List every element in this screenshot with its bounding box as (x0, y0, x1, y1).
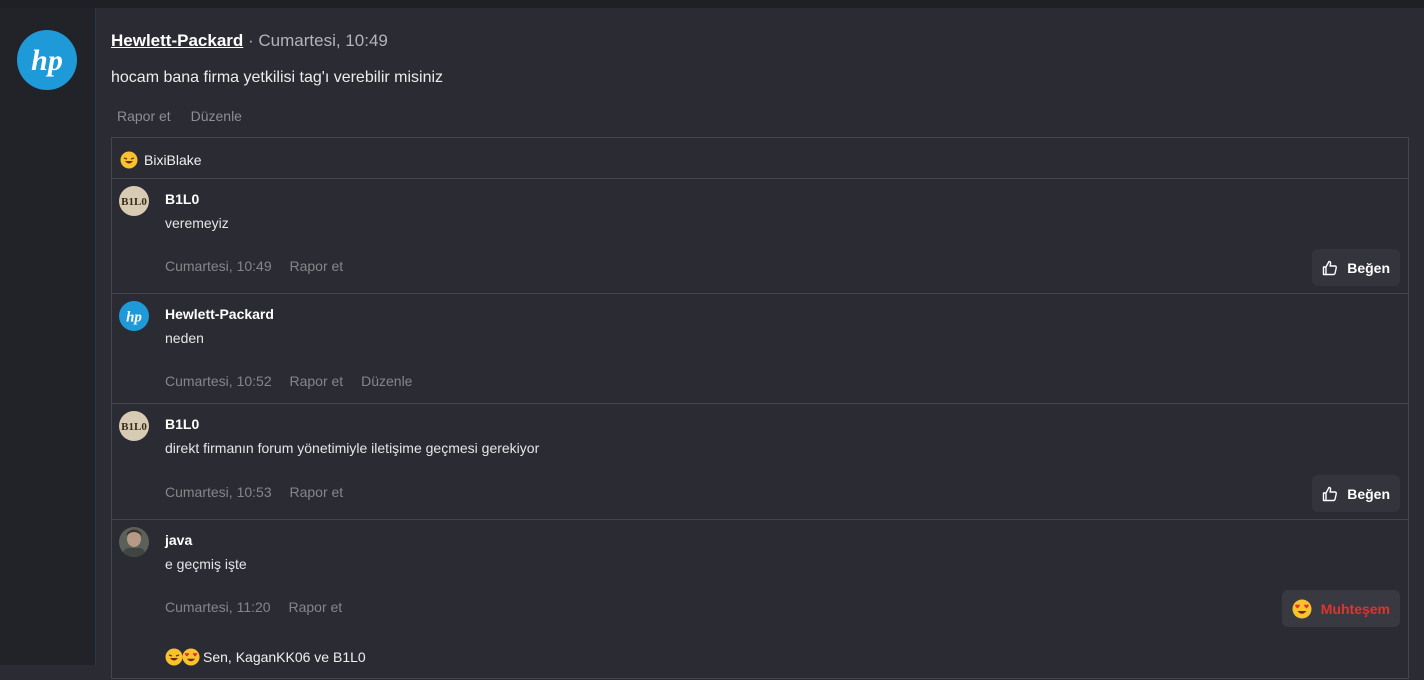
like-label: Beğen (1347, 259, 1390, 276)
post-timestamp: · Cumartesi, 10:49 (248, 31, 388, 50)
comments-section: BixiBlake B1L0 B1L0 veremeyiz Cumartesi,… (111, 137, 1409, 679)
thumbs-up-icon (1323, 486, 1338, 501)
comment-actions: Cumartesi, 10:49 Rapor et (165, 258, 357, 274)
edit-link[interactable]: Düzenle (191, 108, 242, 124)
reaction-summary[interactable]: BixiBlake (112, 138, 1408, 179)
report-link[interactable]: Rapor et (290, 258, 344, 274)
post-body: hocam bana firma yetkilisi tag'ı verebil… (111, 69, 444, 86)
comment-actions: Cumartesi, 11:20 Rapor et (165, 599, 356, 615)
comment-time[interactable]: Cumartesi, 11:20 (165, 599, 271, 615)
edit-link[interactable]: Düzenle (361, 373, 412, 389)
svg-text:B1L0: B1L0 (121, 421, 147, 433)
comment-item: B1L0 B1L0 direkt firmanın forum yönetimi… (112, 404, 1408, 520)
svg-text:B1L0: B1L0 (121, 196, 147, 208)
heart-eyes-emoji-icon (182, 648, 200, 666)
b1l0-avatar[interactable]: B1L0 (119, 411, 149, 441)
reaction-users[interactable]: BixiBlake (144, 152, 202, 168)
comment-author[interactable]: Hewlett-Packard (165, 306, 274, 322)
reaction-users: Sen, KaganKK06 ve B1L0 (203, 649, 366, 665)
heart-eyes-emoji-icon (1292, 599, 1312, 618)
comment-actions: Cumartesi, 10:53 Rapor et (165, 484, 357, 500)
hp-logo-avatar[interactable]: hp (119, 301, 149, 331)
svg-text:hp: hp (126, 310, 142, 326)
svg-text:hp: hp (31, 44, 63, 77)
comment-time[interactable]: Cumartesi, 10:53 (165, 484, 272, 500)
post-sidebar: hp (0, 8, 96, 665)
comment-item: java e geçmiş işte Cumartesi, 11:20 Rapo… (112, 520, 1408, 680)
b1l0-avatar[interactable]: B1L0 (119, 186, 149, 216)
like-button[interactable]: Beğen (1312, 475, 1400, 512)
comment-text: e geçmiş işte (165, 556, 247, 572)
comment-text: direkt firmanın forum yönetimiyle iletiş… (165, 440, 540, 456)
report-link[interactable]: Rapor et (117, 108, 171, 124)
like-label: Beğen (1347, 485, 1390, 502)
comment-author[interactable]: B1L0 (165, 416, 199, 432)
comment-text: veremeyiz (165, 215, 229, 231)
comment-author[interactable]: B1L0 (165, 191, 199, 207)
comment-author[interactable]: java (165, 532, 192, 548)
comment-time[interactable]: Cumartesi, 10:49 (165, 258, 272, 274)
comment-text: neden (165, 330, 204, 346)
report-link[interactable]: Rapor et (288, 599, 342, 615)
comment-item: hp Hewlett-Packard neden Cumartesi, 10:5… (112, 294, 1408, 404)
rofl-emoji-icon (165, 648, 183, 666)
thumbs-up-icon (1323, 260, 1338, 275)
comment-reaction-summary[interactable]: Sen, KaganKK06 ve B1L0 (165, 648, 366, 666)
post-author-link[interactable]: Hewlett-Packard (111, 31, 243, 50)
like-button[interactable]: Beğen (1312, 249, 1400, 286)
comment-actions: Cumartesi, 10:52 Rapor et Düzenle (165, 373, 426, 389)
hp-logo-avatar[interactable]: hp (17, 30, 77, 90)
report-link[interactable]: Rapor et (290, 373, 344, 389)
comment-item: B1L0 B1L0 veremeyiz Cumartesi, 10:49 Rap… (112, 179, 1408, 294)
report-link[interactable]: Rapor et (290, 484, 344, 500)
post-actions: Rapor et Düzenle (117, 108, 258, 124)
reaction-button[interactable]: Muhteşem (1281, 590, 1400, 627)
top-bar (0, 0, 1424, 8)
comment-time[interactable]: Cumartesi, 10:52 (165, 373, 272, 389)
reaction-label: Muhteşem (1320, 600, 1390, 617)
post-header: Hewlett-Packard · Cumartesi, 10:49 (111, 31, 388, 51)
rofl-emoji-icon (120, 151, 138, 169)
java-avatar[interactable] (119, 527, 149, 557)
